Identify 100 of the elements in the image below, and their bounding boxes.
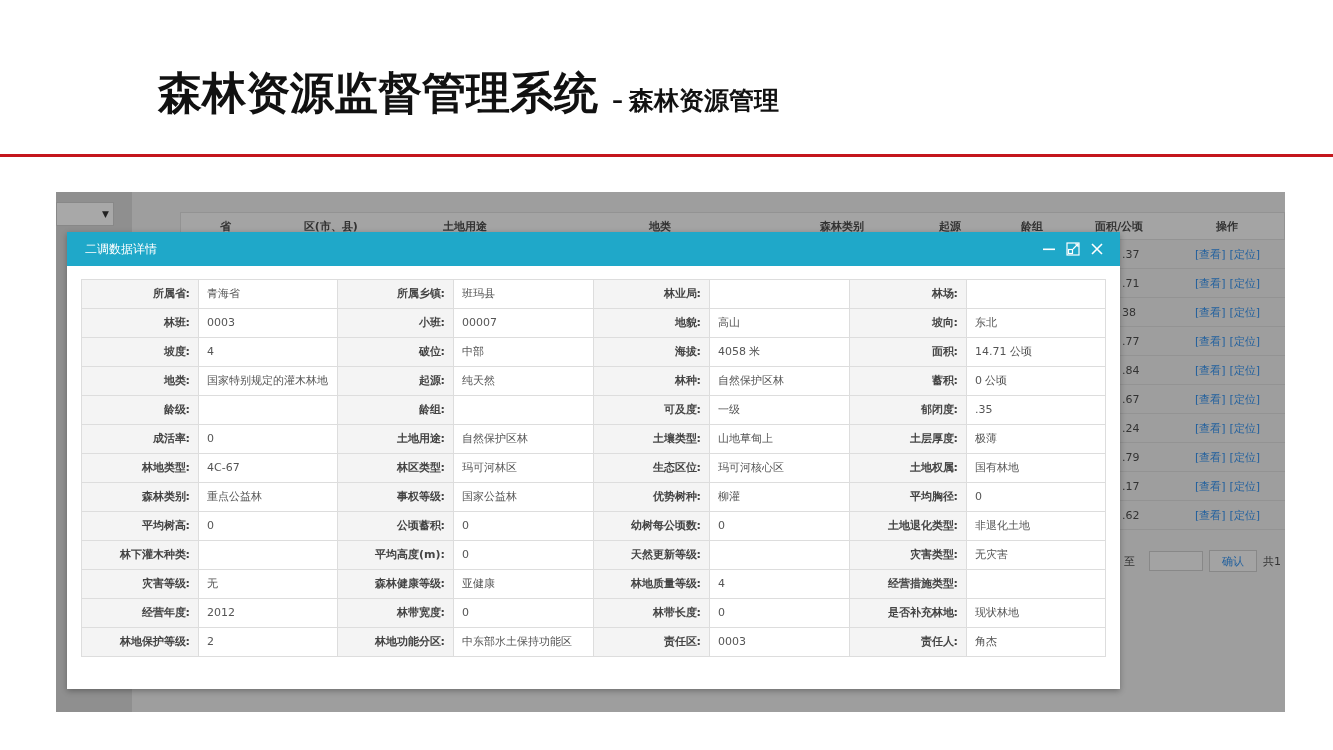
field-label: 蓄积: [850,367,967,396]
field-label: 龄组: [338,396,454,425]
field-label: 灾害类型: [850,541,967,570]
field-label: 可及度: [594,396,710,425]
dropdown[interactable]: ▼ [56,202,114,226]
field-label: 经营措施类型: [850,570,967,599]
table-cell-text: .37 [1122,247,1141,261]
field-label: 林地功能分区: [338,628,454,657]
table-link[interactable]: [查看] [1194,391,1226,407]
caret-icon: ▼ [102,209,109,219]
table-link[interactable]: [定位] [1229,449,1261,465]
table-link[interactable]: [查看] [1194,275,1226,291]
field-label: 幼树每公顷数: [594,512,710,541]
field-label: 生态区位: [594,454,710,483]
column-header: 区(市、县) [302,218,359,234]
field-label: 灾害等级: [82,570,199,599]
dialog-title: 二调数据详情 [85,240,157,258]
table-cell-text: .62 [1122,508,1141,522]
field-label: 小班: [338,309,454,338]
field-value: 14.71 公顷 [967,338,1106,367]
field-value: 现状林地 [967,599,1106,628]
maximize-icon[interactable] [1066,242,1080,256]
field-label: 所属省: [82,280,199,309]
field-label: 海拔: [594,338,710,367]
table-link[interactable]: [查看] [1194,304,1226,320]
close-icon[interactable] [1090,242,1104,256]
column-header: 森林类别 [819,218,866,234]
table-cell-text: .71 [1122,276,1141,290]
field-value: 极薄 [967,425,1106,454]
table-link[interactable]: [查看] [1194,507,1226,523]
field-label: 面积: [850,338,967,367]
page-total: 共1 [1263,553,1282,569]
table-link[interactable]: [定位] [1229,275,1261,291]
field-label: 林场: [850,280,967,309]
column-header: 土地用途 [442,218,489,234]
field-value: 0 公顷 [967,367,1106,396]
field-label: 龄级: [82,396,199,425]
table-link[interactable]: [查看] [1194,420,1226,436]
table-link[interactable]: [定位] [1229,362,1261,378]
field-value: 无灾害 [967,541,1106,570]
field-value: 0 [967,483,1106,512]
table-link[interactable]: [查看] [1194,333,1226,349]
field-label: 林下灌木种类: [82,541,199,570]
table-cell-text: .24 [1122,421,1141,435]
table-link[interactable]: [定位] [1229,333,1261,349]
field-label: 坡向: [850,309,967,338]
table-cell-text: .77 [1122,334,1141,348]
field-label: 林区类型: [338,454,454,483]
table-link[interactable]: [查看] [1194,478,1226,494]
field-label: 土壤类型: [594,425,710,454]
field-label: 破位: [338,338,454,367]
table-link[interactable]: [定位] [1229,478,1261,494]
table-cell-text: .67 [1122,392,1141,406]
table-link[interactable]: [定位] [1229,246,1261,262]
table-link[interactable]: [定位] [1229,420,1261,436]
column-header: 面积/公顷 [1094,218,1145,234]
table-link[interactable]: [查看] [1194,362,1226,378]
field-value: .35 [967,396,1106,425]
field-label: 土地权属: [850,454,967,483]
field-label: 起源: [338,367,454,396]
field-label: 林业局: [594,280,710,309]
field-value: 角杰 [967,628,1106,657]
field-label: 是否补充林地: [850,599,967,628]
table-cell-text: .79 [1122,450,1141,464]
field-label: 优势树种: [594,483,710,512]
field-label: 林地保护等级: [82,628,199,657]
table-link[interactable]: [定位] [1229,507,1261,523]
field-label: 平均高度(m): [338,541,454,570]
field-label: 林班: [82,309,199,338]
field-label: 林地类型: [82,454,199,483]
table-link[interactable]: [定位] [1229,304,1261,320]
field-label: 地貌: [594,309,710,338]
field-label: 林带宽度: [338,599,454,628]
field-label: 所属乡镇: [338,280,454,309]
field-label: 土地用途: [338,425,454,454]
field-label: 平均胸径: [850,483,967,512]
table-cell-text: 38 [1122,305,1137,319]
field-label: 成活率: [82,425,199,454]
field-value: 东北 [967,309,1106,338]
field-label: 郁闭度: [850,396,967,425]
field-value: 国有林地 [967,454,1106,483]
table-link[interactable]: [查看] [1194,246,1226,262]
page-to-label: 至 [1124,553,1135,569]
table-cell-text: .84 [1122,363,1141,377]
column-header: 地类 [648,218,673,234]
field-label: 天然更新等级: [594,541,710,570]
field-value: 非退化土地 [967,512,1106,541]
table-link[interactable]: [定位] [1229,391,1261,407]
field-label: 土层厚度: [850,425,967,454]
table-link[interactable]: [查看] [1194,449,1226,465]
column-header: 操作 [1214,218,1239,234]
field-label: 林地质量等级: [594,570,710,599]
field-label: 责任区: [594,628,710,657]
title-dash: – [612,88,623,113]
confirm-button[interactable]: 确认 [1209,550,1257,572]
page-input[interactable] [1149,551,1203,571]
field-label: 森林健康等级: [338,570,454,599]
field-label: 林带长度: [594,599,710,628]
field-label: 土地退化类型: [850,512,967,541]
field-label: 林种: [594,367,710,396]
